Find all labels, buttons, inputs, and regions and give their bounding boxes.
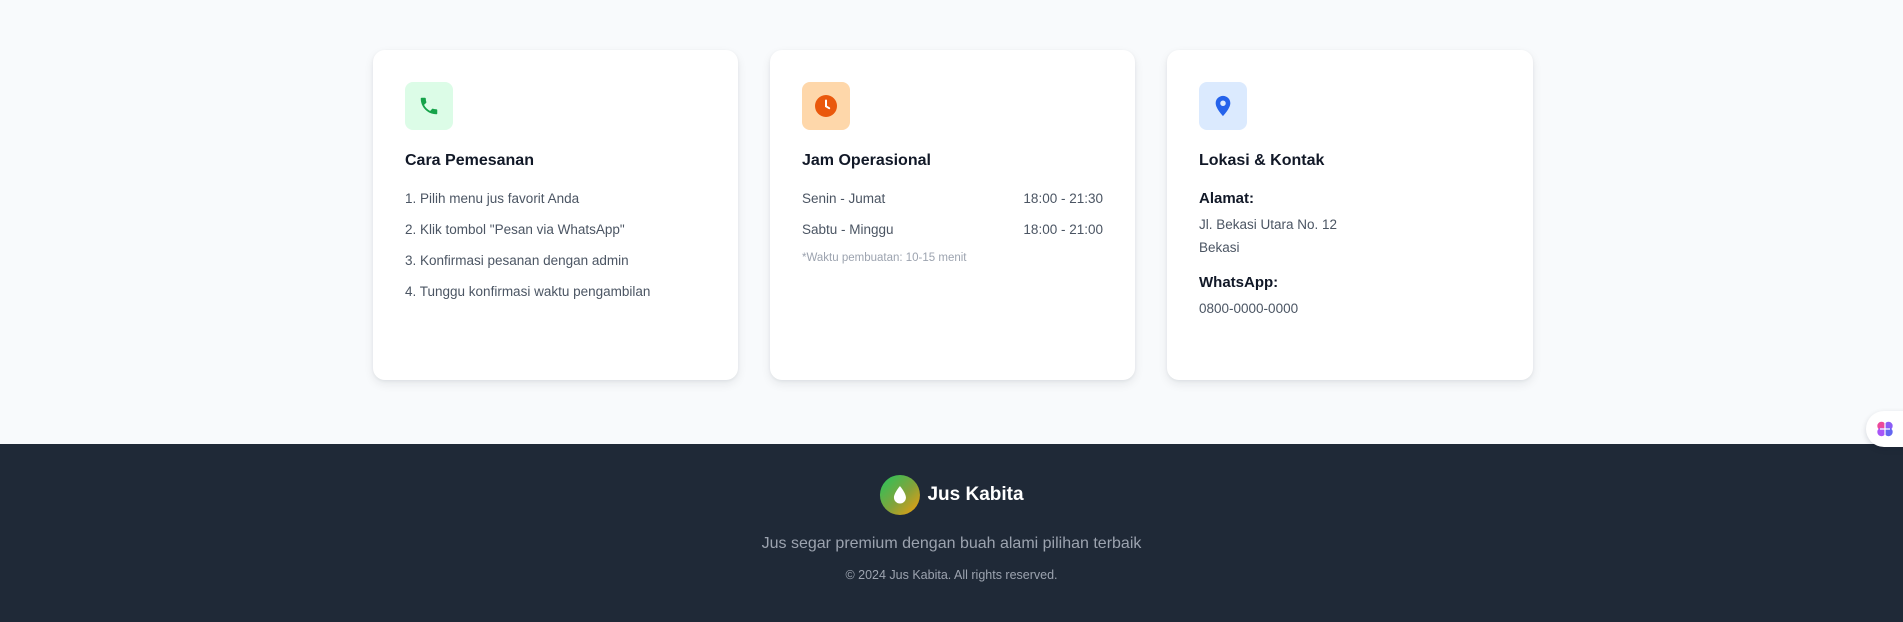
ordering-title: Cara Pemesanan xyxy=(405,152,534,169)
ordering-icon-box xyxy=(405,82,453,130)
info-cards: Cara Pemesanan 1. Pilih menu jus favorit… xyxy=(373,50,1533,380)
hours-icon-box xyxy=(802,82,850,130)
hours-day: Senin - Jumat xyxy=(802,191,886,206)
footer-copyright: © 2024 Jus Kabita. All rights reserved. xyxy=(845,568,1058,582)
location-icon-box xyxy=(1199,82,1247,130)
map-pin-icon xyxy=(1215,95,1231,117)
address-line: Bekasi xyxy=(1199,240,1240,255)
hours-row-weekend: Sabtu - Minggu 18:00 - 21:00 xyxy=(802,221,1103,239)
floating-brain-widget[interactable] xyxy=(1866,411,1903,447)
ordering-step: 1. Pilih menu jus favorit Anda xyxy=(405,191,580,206)
whatsapp-label: WhatsApp: xyxy=(1199,274,1279,291)
hours-note: *Waktu pembuatan: 10-15 menit xyxy=(802,252,967,264)
footer-brand: Jus Kabita xyxy=(879,475,1024,515)
droplet-icon xyxy=(893,486,906,504)
location-title: Lokasi & Kontak xyxy=(1199,152,1325,169)
phone-icon xyxy=(420,97,438,115)
whatsapp-number: 0800-0000-0000 xyxy=(1199,301,1299,316)
footer-tagline: Jus segar premium dengan buah alami pili… xyxy=(761,535,1142,552)
hours-row-weekday: Senin - Jumat 18:00 - 21:30 xyxy=(802,190,1103,208)
ordering-card: Cara Pemesanan 1. Pilih menu jus favorit… xyxy=(373,50,738,380)
ordering-step: 4. Tunggu konfirmasi waktu pengambilan xyxy=(405,284,651,299)
info-section: Cara Pemesanan 1. Pilih menu jus favorit… xyxy=(0,0,1903,444)
hours-day: Sabtu - Minggu xyxy=(802,222,894,237)
hours-title: Jam Operasional xyxy=(802,152,931,169)
ordering-step: 3. Konfirmasi pesanan dengan admin xyxy=(405,253,629,268)
address-line: Jl. Bekasi Utara No. 12 xyxy=(1199,217,1338,232)
address-text: Jl. Bekasi Utara No. 12 Bekasi xyxy=(1199,213,1501,259)
ordering-step: 2. Klik tombol "Pesan via WhatsApp" xyxy=(405,222,625,237)
footer: Jus Kabita Jus segar premium dengan buah… xyxy=(0,444,1903,622)
address-label: Alamat: xyxy=(1199,190,1255,207)
hours-time: 18:00 - 21:00 xyxy=(1023,222,1103,237)
hours-card: Jam Operasional Senin - Jumat 18:00 - 21… xyxy=(770,50,1135,380)
brain-icon xyxy=(1877,421,1893,437)
location-card: Lokasi & Kontak Alamat: Jl. Bekasi Utara… xyxy=(1167,50,1533,380)
ordering-steps: 1. Pilih menu jus favorit Anda 2. Klik t… xyxy=(405,190,706,301)
hours-time: 18:00 - 21:30 xyxy=(1023,191,1103,206)
brand-logo xyxy=(879,475,920,515)
clock-icon xyxy=(815,95,837,117)
brand-name: Jus Kabita xyxy=(927,484,1024,505)
